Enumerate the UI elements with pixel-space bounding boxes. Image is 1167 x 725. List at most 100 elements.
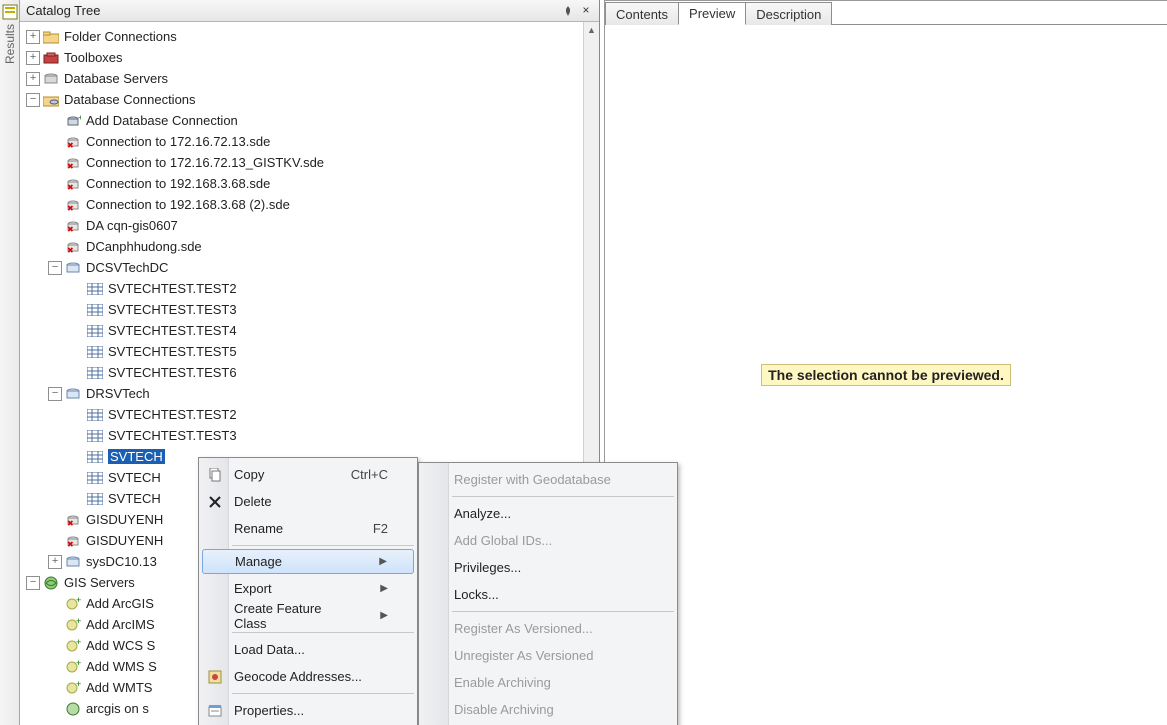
table-icon (86, 365, 104, 381)
expander-icon[interactable]: − (26, 576, 40, 590)
ctx-separator (232, 545, 414, 546)
tree-node-table[interactable]: SVTECHTEST.TEST5 (20, 341, 583, 362)
pin-button[interactable] (559, 2, 577, 20)
results-tab[interactable]: Results (0, 0, 20, 725)
db-broken-icon: ✖ (64, 134, 82, 150)
gis-servers-icon (42, 575, 60, 591)
add-server-icon: + (64, 680, 82, 696)
table-icon (86, 323, 104, 339)
tree-node-database-connections[interactable]: − Database Connections (20, 89, 583, 110)
tree-node-connection[interactable]: ✖ DCanphhudong.sde (20, 236, 583, 257)
db-broken-icon: ✖ (64, 533, 82, 549)
svg-text:✖: ✖ (67, 141, 74, 149)
ctx-manage[interactable]: Manage ▶ (202, 549, 414, 574)
expander-icon[interactable]: + (48, 555, 62, 569)
add-server-icon: + (64, 659, 82, 675)
tree-node-folder-connections[interactable]: + Folder Connections (20, 26, 583, 47)
tree-node-connection[interactable]: ✖ Connection to 172.16.72.13_GISTKV.sde (20, 152, 583, 173)
copy-icon (205, 465, 225, 485)
tree-node-connection[interactable]: ✖ Connection to 192.168.3.68.sde (20, 173, 583, 194)
sub-locks[interactable]: Locks... (420, 581, 676, 608)
context-submenu-manage: Register with Geodatabase Analyze... Add… (418, 462, 678, 725)
table-icon (86, 491, 104, 507)
table-icon (86, 449, 104, 465)
properties-icon (205, 701, 225, 721)
tree-node-connection[interactable]: ✖ DA cqn-gis0607 (20, 215, 583, 236)
delete-icon (205, 492, 225, 512)
preview-tabs: Contents Preview Description (605, 1, 1167, 25)
ctx-separator (452, 611, 674, 612)
tab-description[interactable]: Description (745, 2, 832, 25)
tree-node-table[interactable]: SVTECHTEST.TEST2 (20, 404, 583, 425)
submenu-arrow-icon: ▶ (356, 583, 388, 594)
table-icon (86, 281, 104, 297)
tree-node-drsvtech[interactable]: − DRSVTech (20, 383, 583, 404)
sub-enable-archiving: Enable Archiving (420, 669, 676, 696)
tree-node-database-servers[interactable]: + Database Servers (20, 68, 583, 89)
ctx-separator (232, 693, 414, 694)
ctx-create-feature-class[interactable]: Create Feature Class ▶ (200, 602, 416, 629)
context-menu: Copy Ctrl+C Delete Rename F2 Manage ▶ Ex… (198, 457, 418, 725)
folder-icon (42, 29, 60, 45)
tree-node-table[interactable]: SVTECHTEST.TEST3 (20, 299, 583, 320)
db-icon (64, 260, 82, 276)
tree-node-toolboxes[interactable]: + Toolboxes (20, 47, 583, 68)
tree-node-table[interactable]: SVTECHTEST.TEST4 (20, 320, 583, 341)
toolbox-icon (42, 50, 60, 66)
expander-icon[interactable]: − (26, 93, 40, 107)
table-icon (86, 428, 104, 444)
tree-node-table[interactable]: SVTECHTEST.TEST6 (20, 362, 583, 383)
ctx-properties[interactable]: Properties... (200, 697, 416, 724)
expander-icon[interactable]: + (26, 30, 40, 44)
sub-privileges[interactable]: Privileges... (420, 554, 676, 581)
svg-text:✖: ✖ (67, 162, 74, 170)
tree-node-table[interactable]: SVTECHTEST.TEST2 (20, 278, 583, 299)
expander-icon[interactable]: − (48, 387, 62, 401)
geocode-icon (205, 667, 225, 687)
db-server-icon (42, 71, 60, 87)
db-broken-icon: ✖ (64, 176, 82, 192)
catalog-panel: Catalog Tree × + Folder Connections + To… (20, 0, 600, 725)
ctx-delete[interactable]: Delete (200, 488, 416, 515)
ctx-separator (452, 496, 674, 497)
ctx-rename[interactable]: Rename F2 (200, 515, 416, 542)
svg-text:✖: ✖ (67, 204, 74, 212)
table-icon (86, 302, 104, 318)
tab-contents[interactable]: Contents (605, 2, 679, 25)
sub-analyze[interactable]: Analyze... (420, 500, 676, 527)
tree-node-add-db-connection[interactable]: + Add Database Connection (20, 110, 583, 131)
db-broken-icon: ✖ (64, 218, 82, 234)
expander-icon[interactable]: − (48, 261, 62, 275)
db-connections-icon (42, 92, 60, 108)
ctx-geocode[interactable]: Geocode Addresses... (200, 663, 416, 690)
scroll-up-icon[interactable]: ▲ (584, 22, 599, 38)
table-icon (86, 407, 104, 423)
tree-node-connection[interactable]: ✖ Connection to 192.168.3.68 (2).sde (20, 194, 583, 215)
db-broken-icon: ✖ (64, 155, 82, 171)
tab-preview[interactable]: Preview (678, 2, 746, 25)
tree-node-dcsvtechdc[interactable]: − DCSVTechDC (20, 257, 583, 278)
close-panel-button[interactable]: × (577, 2, 595, 20)
preview-body: The selection cannot be previewed. (605, 25, 1167, 725)
svg-text:✖: ✖ (67, 540, 74, 548)
svg-text:+: + (76, 681, 81, 689)
expander-icon[interactable]: + (26, 72, 40, 86)
svg-text:+: + (76, 618, 81, 626)
results-tab-label: Results (3, 24, 17, 64)
tree-node-connection[interactable]: ✖ Connection to 172.16.72.13.sde (20, 131, 583, 152)
ctx-export[interactable]: Export ▶ (200, 575, 416, 602)
expander-icon[interactable]: + (26, 51, 40, 65)
tree-node-table[interactable]: SVTECHTEST.TEST3 (20, 425, 583, 446)
svg-text:✖: ✖ (67, 246, 74, 254)
svg-text:✖: ✖ (67, 225, 74, 233)
catalog-header: Catalog Tree × (20, 0, 599, 22)
db-broken-icon: ✖ (64, 512, 82, 528)
pin-icon (562, 5, 574, 17)
ctx-load-data[interactable]: Load Data... (200, 636, 416, 663)
db-broken-icon: ✖ (64, 239, 82, 255)
svg-text:+: + (76, 597, 81, 605)
sub-disable-archiving: Disable Archiving (420, 696, 676, 723)
ctx-copy[interactable]: Copy Ctrl+C (200, 461, 416, 488)
add-db-icon: + (64, 113, 82, 129)
db-icon (64, 554, 82, 570)
